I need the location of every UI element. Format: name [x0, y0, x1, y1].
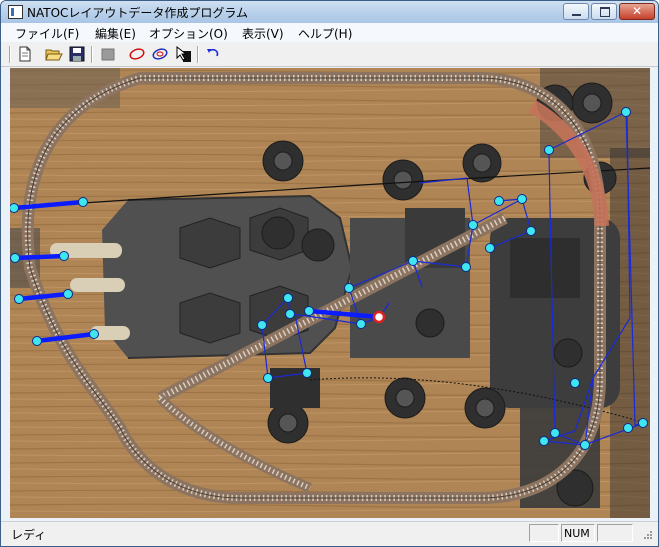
save-disk-icon: [69, 46, 85, 62]
close-button[interactable]: ✕: [619, 3, 655, 20]
open-folder-icon: [45, 49, 63, 61]
open-button[interactable]: [45, 45, 63, 63]
new-file-icon: [19, 46, 31, 62]
status-bar: レディ NUM: [1, 521, 658, 546]
new-file-button[interactable]: [16, 45, 34, 63]
window-title: NATOCレイアウトデータ作成プログラム: [27, 6, 249, 20]
stop-square-icon: [101, 48, 115, 61]
menu-file[interactable]: ファイル(F): [15, 25, 79, 42]
undo-arrow-icon: [207, 49, 219, 57]
stop-button[interactable]: [99, 45, 117, 63]
select-cursor-icon: [176, 45, 191, 62]
menu-view[interactable]: 表示(V): [242, 25, 284, 42]
status-pane-scroll: [597, 524, 633, 542]
status-pane-num: NUM: [561, 524, 595, 542]
layout-canvas[interactable]: [10, 68, 650, 518]
toolbar-grip: [9, 46, 11, 63]
close-icon: ✕: [631, 4, 643, 18]
resize-grip-icon[interactable]: [641, 530, 653, 542]
minimize-icon: [572, 14, 581, 16]
menu-options[interactable]: オプション(O): [149, 25, 228, 42]
menu-bar: ファイル(F) 編集(E) オプション(O) 表示(V) ヘルプ(H): [1, 23, 658, 43]
menu-edit[interactable]: 編集(E): [95, 25, 136, 42]
red-ellipse-icon: [129, 48, 145, 60]
minimize-button[interactable]: [563, 3, 589, 20]
undo-button[interactable]: [204, 45, 222, 63]
blue-ellipse-button[interactable]: [151, 45, 169, 63]
layout-photo: [10, 68, 650, 518]
select-button[interactable]: [175, 45, 193, 63]
blue-ellipse-icon: [152, 48, 168, 60]
status-text: レディ: [11, 528, 47, 542]
toolbar-separator: [91, 46, 93, 63]
save-button[interactable]: [68, 45, 86, 63]
status-pane-empty: [529, 524, 559, 542]
maximize-icon: [600, 7, 610, 17]
toolbar: [1, 42, 658, 67]
red-ellipse-button[interactable]: [128, 45, 146, 63]
app-icon: [8, 5, 23, 19]
title-bar[interactable]: NATOCレイアウトデータ作成プログラム ✕: [1, 1, 658, 24]
menu-help[interactable]: ヘルプ(H): [298, 25, 352, 42]
toolbar-separator-2: [197, 46, 199, 63]
app-window: NATOCレイアウトデータ作成プログラム ✕ ファイル(F) 編集(E) オプシ…: [0, 0, 659, 547]
maximize-button[interactable]: [591, 3, 617, 20]
